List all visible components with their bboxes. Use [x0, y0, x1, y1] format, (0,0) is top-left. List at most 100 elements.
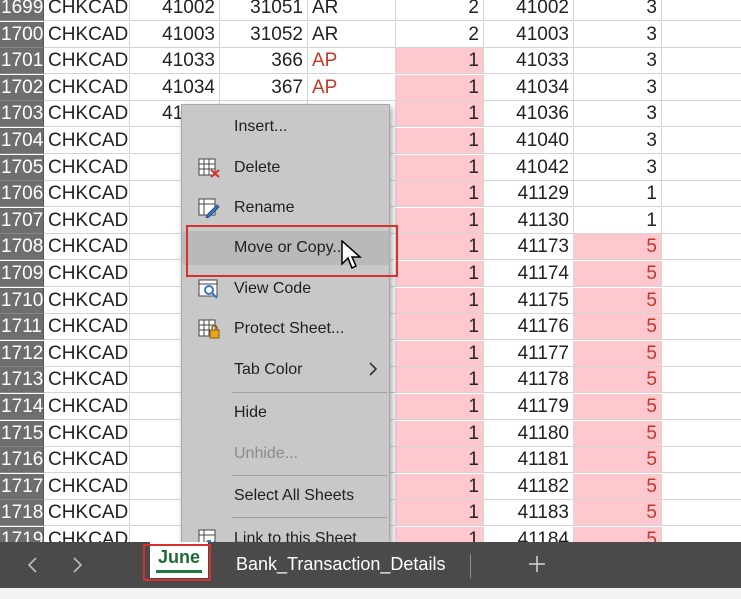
cell-h[interactable] — [662, 234, 741, 261]
cell-a[interactable]: CHKCAD — [44, 527, 130, 542]
cell-g[interactable]: 5 — [574, 314, 662, 341]
cell-e[interactable]: 1 — [396, 394, 484, 420]
cell-e[interactable]: 2 — [396, 21, 484, 48]
row-header[interactable]: 1718 — [0, 500, 44, 527]
cell-b[interactable]: 41034 — [130, 74, 220, 101]
cell-a[interactable]: CHKCAD — [44, 0, 130, 21]
cell-e[interactable]: 1 — [396, 500, 484, 527]
cell-g[interactable]: 3 — [574, 128, 662, 154]
cell-g[interactable]: 5 — [574, 287, 662, 314]
chevron-right-icon[interactable] — [68, 554, 86, 576]
cell-f[interactable]: 41184 — [484, 527, 574, 542]
cell-h[interactable] — [662, 500, 741, 527]
menu-item-insert[interactable]: Insert... — [182, 110, 389, 144]
cell-g[interactable]: 5 — [574, 340, 662, 367]
row-header[interactable]: 1712 — [0, 340, 44, 367]
cell-h[interactable] — [662, 208, 741, 234]
cell-a[interactable]: CHKCAD — [44, 500, 130, 527]
cell-f[interactable]: 41129 — [484, 181, 574, 208]
cell-g[interactable]: 3 — [574, 154, 662, 181]
menu-item-select-all-sheets[interactable]: Select All Sheets — [182, 479, 389, 513]
cell-h[interactable] — [662, 128, 741, 154]
row-header[interactable]: 1711 — [0, 314, 44, 341]
cell-b[interactable]: 41003 — [130, 21, 220, 48]
cell-h[interactable] — [662, 367, 741, 394]
chevron-left-icon[interactable] — [24, 554, 42, 576]
cell-h[interactable] — [662, 22, 741, 48]
menu-item-tab-color[interactable]: Tab Color — [182, 353, 389, 387]
cell-a[interactable]: CHKCAD — [44, 48, 130, 75]
row-header[interactable]: 1717 — [0, 473, 44, 500]
cell-g[interactable]: 5 — [574, 447, 662, 474]
cell-e[interactable]: 1 — [396, 181, 484, 208]
row-header[interactable]: 1706 — [0, 181, 44, 208]
row-header[interactable]: 1704 — [0, 128, 44, 154]
cell-e[interactable]: 1 — [396, 287, 484, 314]
cell-a[interactable]: CHKCAD — [44, 420, 130, 447]
cell-h[interactable] — [662, 474, 741, 500]
cell-f[interactable]: 41179 — [484, 394, 574, 420]
cell-f[interactable]: 41180 — [484, 420, 574, 447]
menu-item-protect-sheet[interactable]: Protect Sheet... — [182, 312, 389, 346]
cell-f[interactable]: 41002 — [484, 0, 574, 21]
cell-e[interactable]: 1 — [396, 154, 484, 181]
cell-e[interactable]: 1 — [396, 314, 484, 341]
cell-f[interactable]: 41177 — [484, 340, 574, 367]
cell-e[interactable]: 1 — [396, 207, 484, 234]
cell-g[interactable]: 5 — [574, 367, 662, 394]
cell-a[interactable]: CHKCAD — [44, 447, 130, 474]
cell-h[interactable] — [662, 261, 741, 287]
cell-e[interactable]: 1 — [396, 48, 484, 75]
cell-d[interactable]: AP — [308, 48, 396, 75]
row-header[interactable]: 1703 — [0, 101, 44, 128]
cell-h[interactable] — [662, 288, 741, 314]
cell-a[interactable]: CHKCAD — [44, 21, 130, 48]
cell-a[interactable]: CHKCAD — [44, 128, 130, 154]
row-header[interactable]: 1708 — [0, 234, 44, 261]
cell-d[interactable]: AR — [308, 21, 396, 48]
cell-a[interactable]: CHKCAD — [44, 367, 130, 394]
cell-f[interactable]: 41182 — [484, 473, 574, 500]
row-header[interactable]: 1707 — [0, 207, 44, 234]
cell-a[interactable]: CHKCAD — [44, 207, 130, 234]
cell-g[interactable]: 3 — [574, 74, 662, 101]
cell-e[interactable]: 1 — [396, 128, 484, 154]
row-header[interactable]: 1710 — [0, 287, 44, 314]
cell-h[interactable] — [662, 421, 741, 447]
cell-h[interactable] — [662, 341, 741, 367]
row-header[interactable]: 1702 — [0, 74, 44, 101]
cell-f[interactable]: 41183 — [484, 500, 574, 527]
cell-a[interactable]: CHKCAD — [44, 340, 130, 367]
cell-f[interactable]: 41033 — [484, 48, 574, 75]
cell-a[interactable]: CHKCAD — [44, 261, 130, 287]
cell-a[interactable]: CHKCAD — [44, 234, 130, 261]
cell-g[interactable]: 1 — [574, 207, 662, 234]
cell-e[interactable]: 1 — [396, 74, 484, 101]
cell-c[interactable]: 31052 — [220, 21, 308, 48]
row-header[interactable]: 1713 — [0, 367, 44, 394]
row-header[interactable]: 1701 — [0, 48, 44, 75]
cell-a[interactable]: CHKCAD — [44, 473, 130, 500]
cell-g[interactable]: 1 — [574, 181, 662, 208]
cell-g[interactable]: 5 — [574, 420, 662, 447]
cell-h[interactable] — [662, 101, 741, 128]
sheet-tab-bank-transaction-details[interactable]: Bank_Transaction_Details — [236, 554, 445, 575]
cell-f[interactable]: 41174 — [484, 261, 574, 287]
cell-h[interactable] — [662, 0, 741, 21]
cell-g[interactable]: 5 — [574, 527, 662, 542]
cell-a[interactable]: CHKCAD — [44, 74, 130, 101]
cell-e[interactable]: 1 — [396, 234, 484, 261]
cell-h[interactable] — [662, 181, 741, 208]
cell-a[interactable]: CHKCAD — [44, 394, 130, 420]
cell-d[interactable]: AP — [308, 74, 396, 101]
row-header[interactable]: 1714 — [0, 394, 44, 420]
menu-item-rename[interactable]: Rename — [182, 191, 389, 225]
row-header[interactable]: 1700 — [0, 21, 44, 48]
cell-e[interactable]: 1 — [396, 261, 484, 287]
cell-e[interactable]: 1 — [396, 527, 484, 542]
cell-a[interactable]: CHKCAD — [44, 287, 130, 314]
cell-a[interactable]: CHKCAD — [44, 314, 130, 341]
row-header[interactable]: 1709 — [0, 261, 44, 287]
row-header[interactable]: 1715 — [0, 420, 44, 447]
cell-a[interactable]: CHKCAD — [44, 101, 130, 128]
